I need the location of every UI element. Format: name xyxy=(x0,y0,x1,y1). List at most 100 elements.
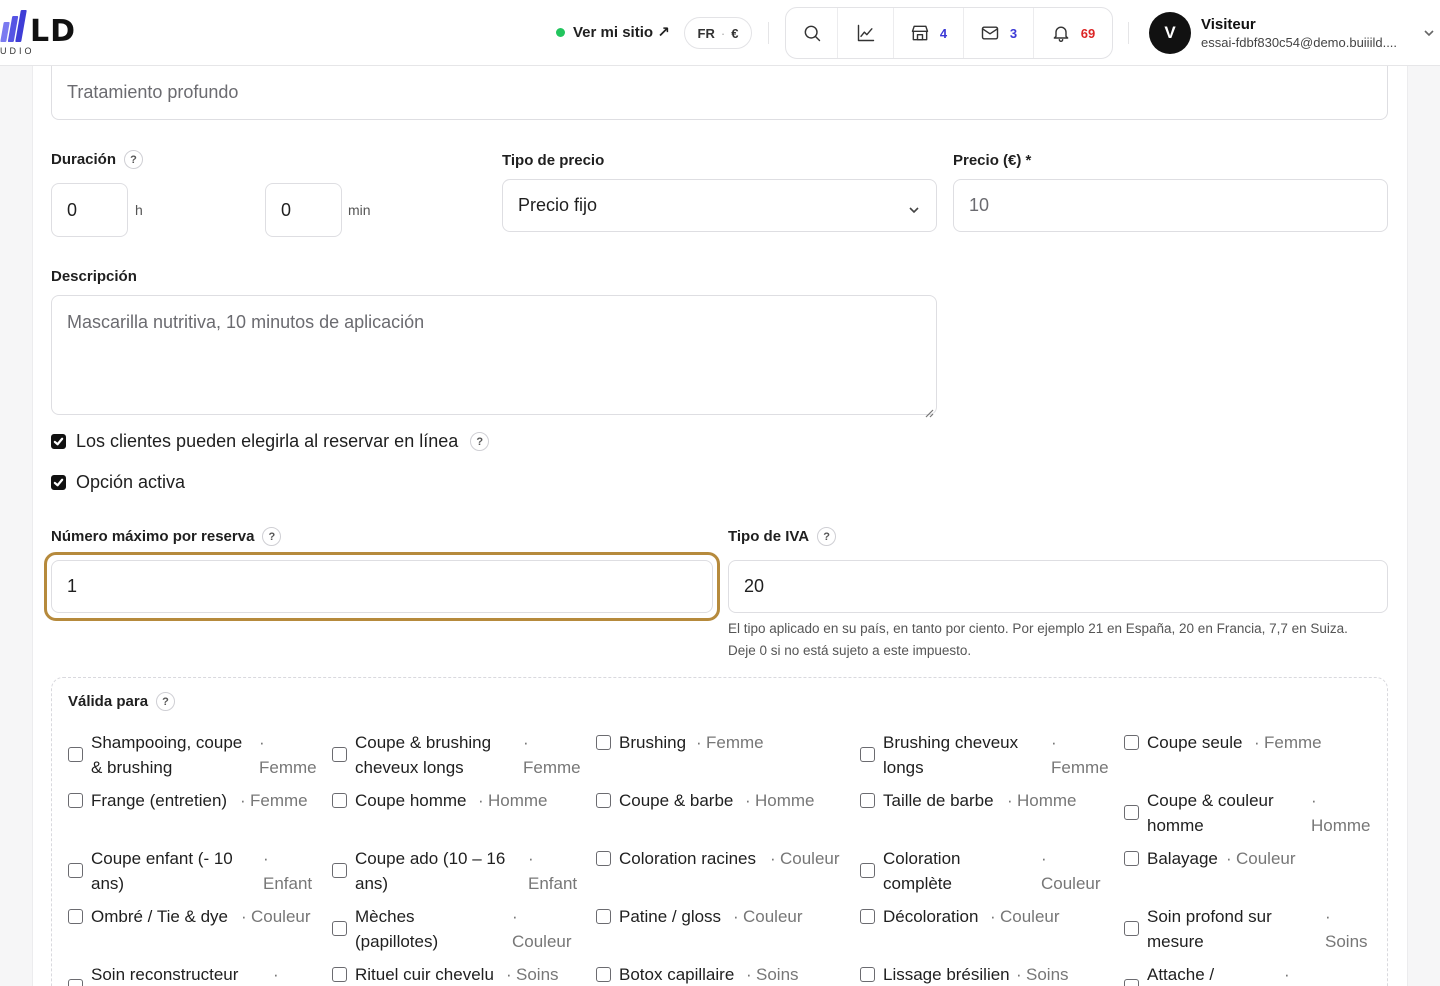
separator-dot: · xyxy=(1254,733,1260,752)
separator-dot: · xyxy=(696,733,702,752)
service-option[interactable]: Coupe seule · Femme xyxy=(1124,730,1372,756)
active-option[interactable]: Opción activa xyxy=(51,472,185,493)
service-option[interactable]: Balayage · Couleur xyxy=(1124,846,1372,872)
stats-button[interactable] xyxy=(838,8,894,58)
valid-for-label-text: Válida para xyxy=(68,693,149,710)
service-name-input[interactable]: Tratamiento profundo xyxy=(51,66,1388,120)
service-checkbox[interactable] xyxy=(596,793,611,808)
service-checkbox[interactable] xyxy=(332,921,347,936)
service-option[interactable]: Coupe homme · Homme xyxy=(332,788,580,814)
service-checkbox[interactable] xyxy=(332,793,347,808)
service-checkbox[interactable] xyxy=(596,967,611,982)
service-option[interactable]: Décoloration · Couleur xyxy=(860,904,1108,930)
chevron-down-icon xyxy=(908,200,920,214)
resize-handle-icon[interactable] xyxy=(924,402,934,418)
service-option[interactable]: Coupe & couleur homme · Homme xyxy=(1124,788,1372,840)
service-category: Soins xyxy=(516,965,559,984)
service-checkbox[interactable] xyxy=(68,793,83,808)
active-checkbox[interactable] xyxy=(51,475,66,490)
service-option[interactable]: Patine / gloss · Couleur xyxy=(596,904,844,930)
max-per-booking-input[interactable]: 1 xyxy=(51,560,713,613)
service-option[interactable]: Lissage brésilien · Soins xyxy=(860,962,1108,986)
notifications-button[interactable]: 69 xyxy=(1034,8,1112,58)
search-button[interactable] xyxy=(786,8,838,58)
service-checkbox[interactable] xyxy=(860,793,875,808)
service-checkbox[interactable] xyxy=(68,979,83,986)
user-menu[interactable]: V Visiteur essai-fdbf830c54@demo.buiiild… xyxy=(1149,12,1439,54)
description-textarea[interactable]: Mascarilla nutritiva, 10 minutos de apli… xyxy=(51,295,937,418)
help-icon[interactable]: ? xyxy=(470,432,490,451)
service-option[interactable]: Frange (entretien) · Femme xyxy=(68,788,316,814)
online-booking-checkbox[interactable] xyxy=(51,434,66,449)
service-checkbox[interactable] xyxy=(68,747,83,762)
service-checkbox[interactable] xyxy=(860,909,875,924)
service-checkbox[interactable] xyxy=(1124,735,1139,750)
service-name: Lissage brésilien xyxy=(883,965,1010,984)
service-option[interactable]: Shampooing, coupe & brushing · Femme xyxy=(68,730,317,782)
service-category: Femme xyxy=(250,791,308,810)
price-input[interactable]: 10 xyxy=(953,179,1388,232)
service-option[interactable]: Coloration racines · Couleur xyxy=(596,846,844,872)
service-checkbox[interactable] xyxy=(332,967,347,982)
service-checkbox[interactable] xyxy=(68,909,83,924)
service-option[interactable]: Taille de barbe · Homme xyxy=(860,788,1108,814)
price-label-text: Precio (€) * xyxy=(953,152,1032,169)
service-checkbox[interactable] xyxy=(596,851,611,866)
service-option[interactable]: Coupe ado (10 – 16 ans) · Enfant xyxy=(332,846,580,898)
service-category: Couleur xyxy=(1041,874,1101,893)
service-category: Femme xyxy=(1051,758,1109,777)
logo[interactable]: LD UDIO xyxy=(0,10,100,60)
toolbar: 4 3 69 xyxy=(785,7,1113,59)
service-option[interactable]: Attache / · xyxy=(1124,962,1372,986)
service-checkbox[interactable] xyxy=(860,967,875,982)
service-checkbox[interactable] xyxy=(860,747,875,762)
service-option[interactable]: Coloration complète · Couleur xyxy=(860,846,1108,898)
service-checkbox[interactable] xyxy=(596,909,611,924)
service-option[interactable]: Mèches (papillotes) · Couleur xyxy=(332,904,580,956)
service-option[interactable]: Soin profond sur mesure · Soins xyxy=(1124,904,1372,956)
service-checkbox[interactable] xyxy=(1124,851,1139,866)
service-name: Rituel cuir chevelu xyxy=(355,965,494,984)
service-option[interactable]: Coupe enfant (- 10 ans) · Enfant xyxy=(68,846,316,898)
duration-label-text: Duración xyxy=(51,151,117,168)
service-option[interactable]: Ombré / Tie & dye · Couleur xyxy=(68,904,316,930)
service-name: Taille de barbe xyxy=(883,791,994,810)
help-icon[interactable]: ? xyxy=(817,527,837,546)
service-option[interactable]: Coupe & barbe · Homme xyxy=(596,788,844,814)
service-checkbox[interactable] xyxy=(1124,921,1139,936)
separator-dot: · xyxy=(746,965,752,984)
duration-hours-input[interactable]: 0 xyxy=(51,183,128,237)
store-button[interactable]: 4 xyxy=(894,8,964,58)
service-option[interactable]: Coupe & brushing cheveux longs · Femme xyxy=(332,730,581,782)
service-checkbox[interactable] xyxy=(332,863,347,878)
logo-bar xyxy=(15,10,27,42)
user-email: essai-fdbf830c54@demo.buiiild.... xyxy=(1201,35,1398,50)
duration-minutes-input[interactable]: 0 xyxy=(265,183,342,237)
service-option[interactable]: Brushing cheveux longs · Femme xyxy=(860,730,1109,782)
service-option[interactable]: Botox capillaire · Soins xyxy=(596,962,844,986)
service-checkbox[interactable] xyxy=(1124,805,1139,820)
service-category: Femme xyxy=(523,758,581,777)
view-site-link[interactable]: Ver mi sitio ↗ xyxy=(556,20,670,44)
service-checkbox[interactable] xyxy=(68,863,83,878)
service-checkbox[interactable] xyxy=(332,747,347,762)
help-icon[interactable]: ? xyxy=(124,150,144,169)
service-option[interactable]: Rituel cuir chevelu · Soins xyxy=(332,962,580,986)
help-icon[interactable]: ? xyxy=(262,527,282,546)
service-option[interactable]: Brushing · Femme xyxy=(596,730,844,756)
service-name: Mèches (papillotes) xyxy=(355,907,439,951)
service-option[interactable]: Soin reconstructeur · xyxy=(68,962,316,986)
service-name: Soin reconstructeur xyxy=(91,965,239,984)
online-booking-option[interactable]: Los clientes pueden elegirla al reservar… xyxy=(51,431,490,452)
service-checkbox[interactable] xyxy=(596,735,611,750)
service-checkbox[interactable] xyxy=(1124,979,1139,986)
service-checkbox[interactable] xyxy=(860,863,875,878)
help-icon[interactable]: ? xyxy=(156,692,176,711)
language-currency-selector[interactable]: FR · € xyxy=(684,17,752,49)
duration-label: Duración ? xyxy=(51,150,144,169)
messages-button[interactable]: 3 xyxy=(964,8,1034,58)
vat-input[interactable]: 20 xyxy=(728,560,1388,613)
service-name: Coupe homme xyxy=(355,791,467,810)
service-name: Brushing cheveux longs xyxy=(883,733,1019,777)
price-type-select[interactable]: Precio fijo xyxy=(502,179,937,232)
